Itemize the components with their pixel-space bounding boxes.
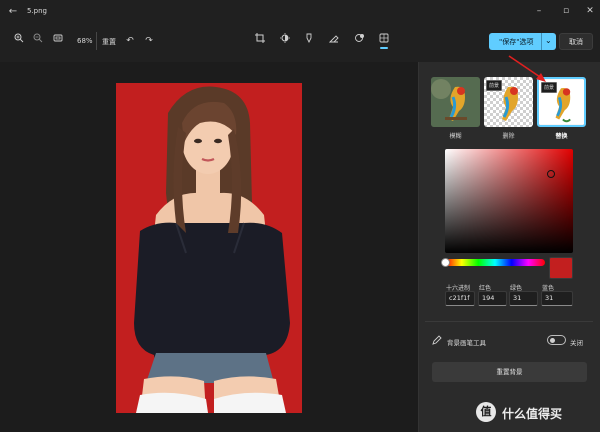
zoom-in-icon[interactable]	[11, 33, 27, 49]
green-input[interactable]: 31	[509, 291, 538, 306]
blue-input[interactable]: 31	[541, 291, 573, 306]
toggle-state-label: 关闭	[570, 339, 583, 347]
current-color-swatch	[549, 257, 573, 279]
toolbar-divider	[96, 32, 97, 50]
brush-icon	[432, 335, 442, 345]
adjust-icon[interactable]	[277, 33, 293, 49]
foreground-badge: 前景	[486, 80, 503, 91]
active-tool-indicator	[380, 47, 388, 49]
hue-slider-thumb[interactable]	[441, 258, 450, 267]
filter-icon[interactable]	[352, 33, 368, 49]
background-option-blur[interactable]	[431, 77, 480, 127]
save-button-separator	[541, 33, 542, 50]
hex-input[interactable]: c21f1f	[445, 291, 475, 306]
crop-icon[interactable]	[252, 33, 268, 49]
edited-photo[interactable]	[116, 83, 302, 413]
save-options-button[interactable]: "保存"选项 ⌄	[489, 33, 556, 50]
background-option-replace[interactable]: 前景	[537, 77, 586, 127]
option-label-remove: 删除	[502, 133, 515, 140]
brush-toggle[interactable]	[547, 335, 566, 345]
option-label-blur: 模糊	[449, 133, 462, 140]
redo-icon[interactable]: ↷	[141, 33, 157, 49]
save-options-label: "保存"选项	[499, 38, 534, 46]
toggle-knob	[550, 338, 555, 343]
panel-divider	[425, 321, 593, 322]
window-title: 5.png	[27, 7, 48, 15]
color-saturation-area[interactable]	[445, 149, 573, 253]
red-input[interactable]: 194	[478, 291, 507, 306]
reset-background-button[interactable]: 重置背景	[432, 362, 587, 382]
minimize-icon[interactable]: –	[530, 3, 548, 19]
chevron-down-icon[interactable]: ⌄	[545, 36, 552, 45]
cancel-button[interactable]: 取消	[559, 33, 593, 50]
close-icon[interactable]: ✕	[581, 3, 599, 19]
zoom-level[interactable]: 68%	[77, 37, 93, 45]
reset-button[interactable]: 重置	[102, 37, 116, 47]
watermark-text: 什么值得买	[502, 407, 563, 421]
option-label-replace: 替换	[555, 133, 568, 140]
erase-icon[interactable]	[326, 33, 342, 49]
zoom-out-icon[interactable]	[30, 33, 46, 49]
background-option-remove[interactable]: 前景	[484, 77, 533, 127]
watermark-logo: 值	[476, 402, 496, 422]
title-bar	[0, 0, 600, 24]
parrot-thumbnail	[431, 77, 480, 127]
background-brush-label: 背景画笔工具	[447, 339, 486, 347]
fit-to-window-icon[interactable]	[50, 33, 66, 49]
markup-icon[interactable]	[301, 33, 317, 49]
hue-slider[interactable]	[445, 259, 545, 266]
color-picker-cursor[interactable]	[547, 170, 555, 178]
portrait-figure	[134, 86, 290, 413]
foreground-badge: 前景	[541, 82, 558, 93]
back-arrow-icon[interactable]: ←	[6, 5, 20, 19]
maximize-icon[interactable]: ▫	[557, 3, 575, 19]
undo-icon[interactable]: ↶	[122, 33, 138, 49]
